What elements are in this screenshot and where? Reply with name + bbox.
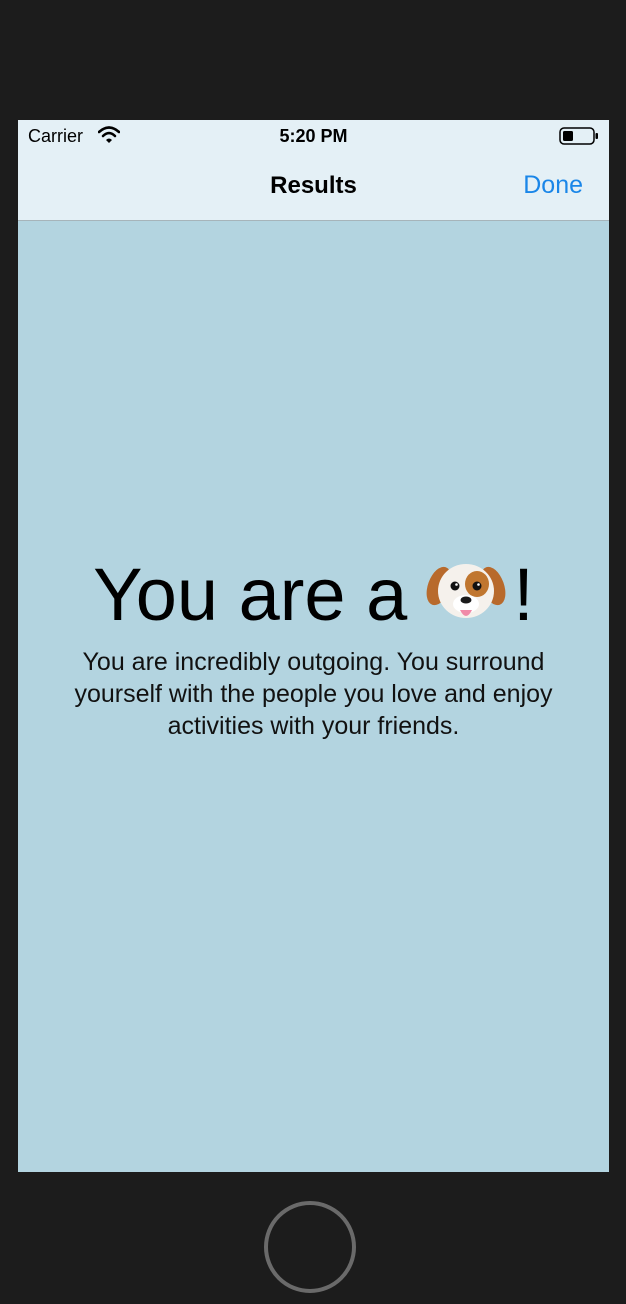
done-button[interactable]: Done: [523, 171, 583, 200]
page-title: Results: [270, 172, 357, 199]
home-button[interactable]: [264, 1201, 356, 1293]
result-description: You are incredibly outgoing. You surroun…: [74, 648, 553, 740]
result-suffix: !: [513, 553, 534, 636]
status-time: 5:20 PM: [279, 126, 348, 146]
status-bar: Carrier 5:20 PM: [18, 120, 609, 154]
battery-icon: [559, 127, 598, 145]
result-heading: You are a !: [18, 550, 609, 640]
result-content: You are a ! You are incredibly outgoing.…: [18, 550, 609, 742]
navigation-bar: Results Done: [18, 154, 609, 221]
result-prefix: You are a: [93, 553, 408, 636]
device-frame: Carrier 5:20 PM Results Done You are a !…: [0, 0, 626, 1304]
dog-face-icon: [426, 564, 506, 618]
screen: Carrier 5:20 PM Results Done You are a !…: [18, 120, 609, 1172]
